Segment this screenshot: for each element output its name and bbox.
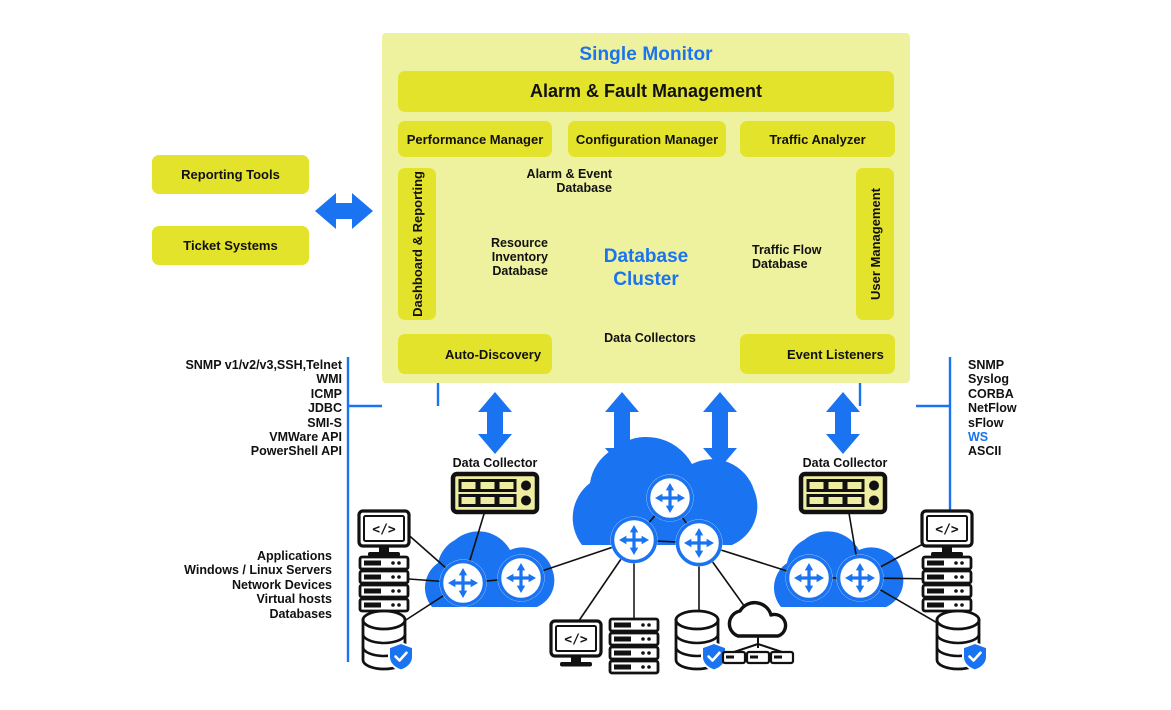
monitor-left bbox=[357, 509, 411, 559]
right-protocol-item-4: sFlow bbox=[968, 415, 1004, 430]
data-collector-right-icon bbox=[801, 474, 885, 512]
monitor-right bbox=[920, 509, 974, 559]
monitored-entity-item-3: Virtual hosts bbox=[256, 592, 332, 607]
right-protocol-item-3: NetFlow bbox=[968, 401, 1017, 416]
auto-discovery-box[interactable]: Auto-Discovery bbox=[398, 334, 552, 374]
router-center-left bbox=[610, 516, 658, 564]
right-protocol-item-6: ASCII bbox=[968, 444, 1002, 459]
database-cluster-title-line1: Database bbox=[603, 246, 689, 267]
device-links bbox=[391, 477, 959, 636]
database-center bbox=[674, 609, 728, 672]
monitored-entities-list: Applications Windows / Linux Servers Netwo… bbox=[140, 549, 332, 621]
reporting-tools-box[interactable]: Reporting Tools bbox=[152, 155, 309, 194]
monitored-entity-item-1: Windows / Linux Servers bbox=[184, 563, 332, 578]
left-protocol-item-1: WMI bbox=[316, 372, 342, 387]
arrow-vertical-3 bbox=[703, 392, 737, 468]
arrow-vertical-1 bbox=[478, 392, 512, 454]
data-collector-right-label: Data Collector bbox=[802, 456, 888, 470]
configuration-manager-box[interactable]: Configuration Manager bbox=[568, 121, 726, 157]
right-protocol-item-2: CORBA bbox=[968, 386, 1014, 401]
monitored-entity-item-0: Applications bbox=[256, 549, 332, 563]
protocol-connectors bbox=[346, 357, 952, 662]
data-collector-left-label: Data Collector bbox=[452, 456, 538, 470]
resource-inventory-database-label: Resource Inventory Database bbox=[491, 236, 548, 278]
right-protocol-item-1: Syslog bbox=[968, 372, 1009, 387]
router-center-right bbox=[675, 519, 723, 567]
event-listeners-box[interactable]: Event Listeners bbox=[740, 334, 895, 374]
auto-discovery-label: Auto-Discovery bbox=[445, 346, 542, 362]
left-protocol-item-5: VMWare API bbox=[269, 430, 342, 445]
cloud-nodes-center bbox=[721, 600, 795, 665]
arrow-horizontal-reporting bbox=[315, 193, 373, 229]
monitored-entity-item-2: Network Devices bbox=[231, 577, 332, 592]
traffic-flow-database-label: Traffic Flow Database bbox=[752, 243, 822, 271]
database-right bbox=[935, 609, 989, 672]
alarm-event-database-label: Alarm & Event Database bbox=[526, 167, 612, 195]
router-left-2 bbox=[497, 554, 545, 602]
network-cloud-right bbox=[773, 531, 904, 607]
router-center-top bbox=[646, 474, 694, 522]
ticket-systems-box[interactable]: Ticket Systems bbox=[152, 226, 309, 265]
page-title: Single Monitor bbox=[579, 44, 713, 65]
left-protocol-item-0: SNMP v1/v2/v3,SSH,Telnet bbox=[185, 358, 342, 372]
left-protocol-item-2: ICMP bbox=[310, 386, 342, 401]
left-protocol-list: SNMP v1/v2/v3,SSH,Telnet WMI ICMP JDBC SMI-S… bbox=[120, 358, 342, 459]
right-protocol-item-5: WS bbox=[968, 430, 989, 445]
performance-manager-box[interactable]: Performance Manager bbox=[398, 121, 552, 157]
network-cloud-left bbox=[424, 531, 555, 607]
router-right-1 bbox=[785, 554, 833, 602]
server-rack-center bbox=[608, 617, 660, 675]
monitored-entity-item-4: Databases bbox=[269, 606, 332, 621]
arrow-vertical-4 bbox=[826, 392, 860, 454]
monitor-center bbox=[549, 619, 603, 669]
arrow-vertical-2 bbox=[605, 392, 639, 468]
left-protocol-item-6: PowerShell API bbox=[250, 444, 342, 459]
user-management-label: User Management bbox=[867, 188, 883, 300]
left-protocol-item-4: SMI-S bbox=[307, 415, 342, 430]
dashboard-reporting-box[interactable]: Dashboard & Reporting bbox=[398, 168, 436, 320]
router-left-1 bbox=[439, 559, 487, 607]
architecture-diagram: </> bbox=[0, 0, 1171, 710]
database-left bbox=[361, 609, 415, 672]
traffic-analyzer-box[interactable]: Traffic Analyzer bbox=[740, 121, 895, 157]
right-protocol-list: SNMP Syslog CORBA NetFlow sFlow WS ASCII bbox=[968, 358, 1128, 459]
left-protocol-item-3: JDBC bbox=[307, 401, 342, 416]
router-right-2 bbox=[836, 554, 884, 602]
server-rack-right bbox=[921, 555, 973, 613]
server-rack-left bbox=[358, 555, 410, 613]
database-cluster-title: Database Cluster bbox=[584, 245, 708, 291]
network-cloud-center bbox=[572, 436, 758, 545]
dashboard-reporting-label: Dashboard & Reporting bbox=[409, 171, 425, 317]
event-listeners-label: Event Listeners bbox=[787, 346, 884, 362]
data-collectors-label: Data Collectors bbox=[604, 331, 696, 345]
right-protocol-item-0: SNMP bbox=[968, 358, 1005, 372]
alarm-fault-management-box[interactable]: Alarm & Fault Management bbox=[398, 71, 894, 112]
data-collector-left-icon bbox=[453, 474, 537, 512]
database-cluster-title-line2: Cluster bbox=[613, 269, 679, 290]
